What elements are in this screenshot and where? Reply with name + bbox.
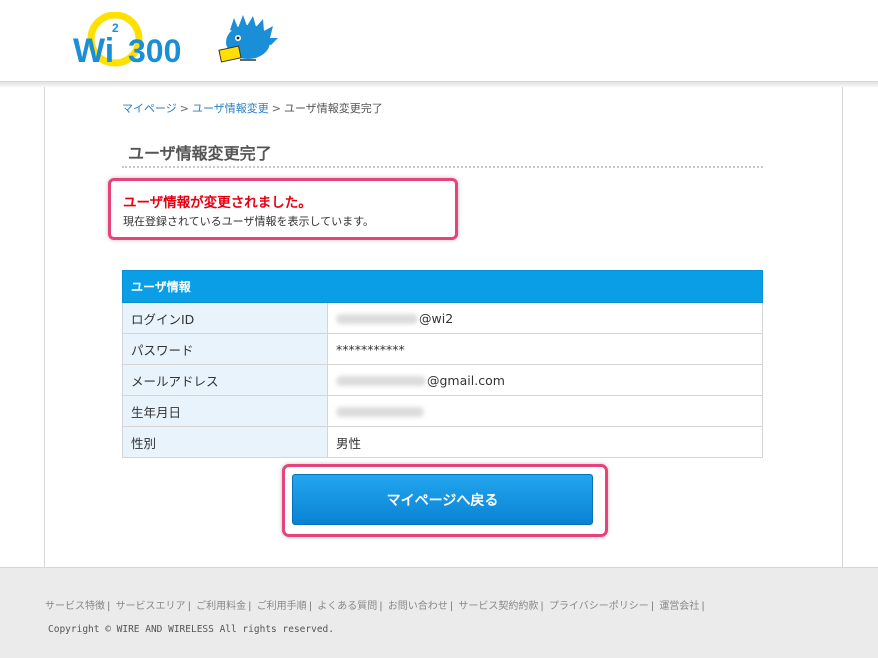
title-divider	[122, 166, 763, 168]
breadcrumb-separator: >	[271, 102, 281, 115]
password-value: ***********	[327, 333, 763, 365]
breadcrumb-mypage-link[interactable]: マイページ	[122, 102, 177, 115]
completion-message: ユーザ情報が変更されました。	[123, 195, 312, 211]
table-row: メールアドレス @gmail.com	[122, 364, 763, 396]
footer-link-terms[interactable]: サービス契約約款	[458, 601, 538, 612]
table-header: ユーザ情報	[122, 270, 763, 303]
email-label: メールアドレス	[122, 364, 328, 396]
table-header-row: ユーザ情報	[122, 270, 763, 303]
password-label: パスワード	[122, 333, 328, 365]
login-id-value: @wi2	[327, 302, 763, 334]
gender-label: 性別	[122, 426, 328, 458]
svg-text:Wi: Wi	[73, 32, 114, 70]
table-row: パスワード ***********	[122, 333, 763, 365]
footer-link-procedure[interactable]: ご利用手順	[257, 601, 307, 612]
table-row: 性別 男性	[122, 426, 763, 458]
completion-message-box: ユーザ情報が変更されました。 現在登録されているユーザ情報を表示しています。	[108, 178, 458, 240]
email-value: @gmail.com	[327, 364, 763, 396]
breadcrumb-current: ユーザ情報変更完了	[284, 102, 383, 115]
back-to-mypage-button[interactable]: マイページへ戻る	[292, 474, 593, 525]
footer-link-features[interactable]: サービス特徴	[45, 601, 105, 612]
breadcrumb-separator: >	[179, 102, 189, 115]
breadcrumb: マイページ > ユーザ情報変更 > ユーザ情報変更完了	[122, 100, 383, 116]
user-info-table: ユーザ情報 ログインID @wi2 パスワード *********** メールア…	[122, 270, 763, 458]
redacted-text	[336, 376, 426, 386]
copyright: Copyright © WIRE AND WIRELESS All rights…	[48, 624, 334, 635]
footer-link-pricing[interactable]: ご利用料金	[196, 601, 246, 612]
birthdate-label: 生年月日	[122, 395, 328, 427]
redacted-text	[336, 407, 424, 417]
hedgehog-mascot-icon	[218, 15, 278, 63]
footer-link-contact[interactable]: お問い合わせ	[388, 601, 448, 612]
login-id-label: ログインID	[122, 302, 328, 334]
redacted-text	[336, 314, 418, 324]
gender-value: 男性	[327, 426, 763, 458]
footer-link-faq[interactable]: よくある質問	[317, 601, 377, 612]
footer-link-area[interactable]: サービスエリア	[116, 601, 186, 612]
table-row: ログインID @wi2	[122, 302, 763, 334]
completion-description: 現在登録されているユーザ情報を表示しています。	[123, 215, 375, 228]
table-row: 生年月日	[122, 395, 763, 427]
footer-link-privacy[interactable]: プライバシーポリシー	[549, 601, 649, 612]
breadcrumb-user-info-change-link[interactable]: ユーザ情報変更	[192, 102, 269, 115]
wi2-300-logo[interactable]: Wi 2 300	[70, 12, 280, 72]
site-header: Wi 2 300	[0, 0, 878, 82]
birthdate-value	[327, 395, 763, 427]
svg-text:2: 2	[112, 21, 119, 35]
page-title: ユーザ情報変更完了	[128, 144, 272, 163]
footer-link-company[interactable]: 運営会社	[659, 601, 699, 612]
footer-links: サービス特徴 | サービスエリア | ご利用料金 | ご利用手順 | よくある質問 | お…	[45, 601, 705, 612]
footer: サービス特徴 | サービスエリア | ご利用料金 | ご利用手順 | よくある質問 | お…	[0, 567, 878, 658]
svg-text:300: 300	[128, 33, 181, 69]
